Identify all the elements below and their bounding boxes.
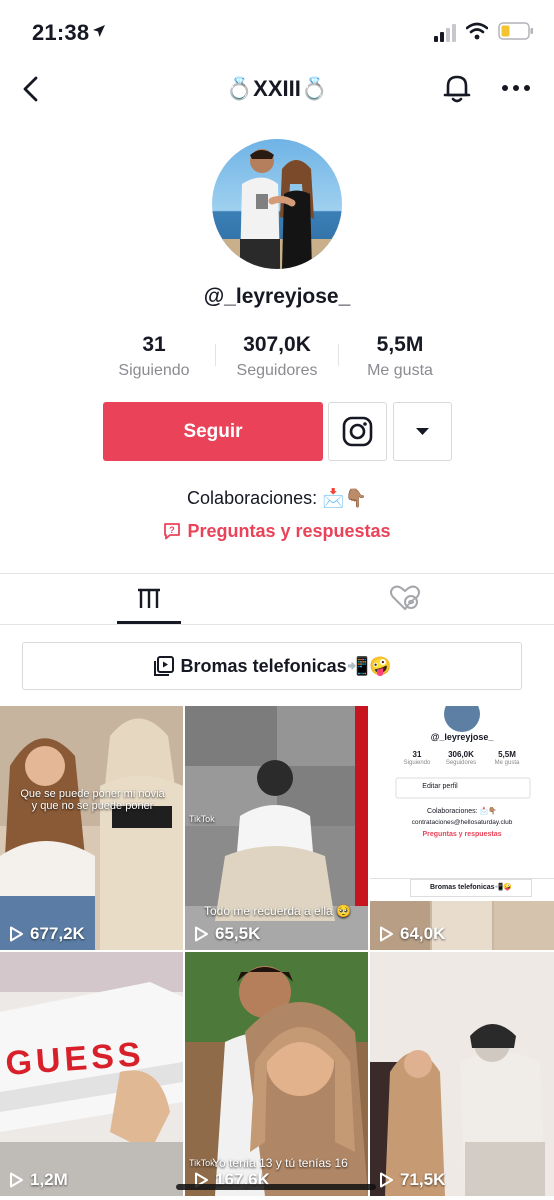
stat-followers[interactable]: 307,0K Seguidores: [222, 333, 332, 380]
embedded-edit-profile: Editar perfil: [422, 783, 458, 790]
stat-followers-value: 307,0K: [243, 333, 311, 356]
playlist-icon: [153, 656, 174, 676]
video-caption: Yo tenía 13 y tú tenías 16: [212, 1156, 348, 1170]
video-tile[interactable]: GUESS 1,2M: [0, 952, 183, 1196]
svg-text:?: ?: [170, 525, 176, 535]
video-views: 64,0K: [378, 924, 445, 944]
play-icon: [195, 926, 208, 942]
video-grid-icon: [138, 588, 160, 608]
video-views: 677,2K: [8, 924, 85, 944]
embedded-stat-value: 306,0K: [448, 750, 474, 759]
video-tile[interactable]: TikTok Todo me recuerda a ella 🥺 65,5K: [185, 706, 368, 950]
hidden-likes-heart-icon: [390, 585, 420, 611]
instagram-button[interactable]: [328, 402, 387, 461]
stat-following[interactable]: 31 Siguiendo: [104, 333, 204, 380]
play-icon: [380, 926, 393, 942]
embedded-stat-value: 5,5M: [498, 750, 516, 759]
video-views-count: 64,0K: [400, 924, 446, 943]
stat-divider: [338, 344, 339, 366]
status-bar: 21:38: [0, 0, 554, 64]
video-thumbnail: [370, 952, 554, 1196]
video-tile[interactable]: Que se puede poner mi novia y que no se …: [0, 706, 183, 950]
video-caption: Que se puede poner mi novia y que no se …: [20, 788, 165, 812]
stat-likes-label: Me gusta: [367, 362, 433, 379]
wifi-icon: [466, 22, 488, 40]
embedded-stat-value: 31: [412, 750, 422, 759]
profile-bio: Colaboraciones: 📩👇🏽: [187, 488, 367, 508]
video-tile[interactable]: @_leyreyjose_ 31 Siguiendo 306,0K Seguid…: [370, 706, 554, 950]
video-thumbnail: [370, 706, 554, 950]
embedded-playlist: Bromas telefonicas📲🤪: [410, 879, 532, 897]
video-tile[interactable]: TikTok Yo tenía 13 y tú tenías 16 167,6K: [185, 952, 368, 1196]
play-icon: [10, 1172, 23, 1188]
embedded-email: contrataciones@hellosaturday.club: [411, 819, 513, 826]
stat-likes[interactable]: 5,5M Me gusta: [350, 333, 450, 380]
tab-videos[interactable]: [117, 574, 181, 624]
more-options-icon[interactable]: [500, 76, 532, 100]
question-bubble-icon: ?: [164, 523, 181, 540]
stat-divider: [215, 344, 216, 366]
caret-down-icon: [416, 428, 429, 435]
embedded-stat-label: Seguidores: [445, 760, 477, 766]
tiktok-watermark: TikTok: [189, 814, 215, 824]
status-time: 21:38: [32, 20, 90, 45]
profile-header: 💍XXIII💍: [0, 64, 554, 114]
embedded-stat-label: Siguiendo: [403, 760, 431, 766]
play-icon: [380, 1172, 393, 1188]
stat-followers-label: Seguidores: [236, 362, 318, 379]
video-views-count: 677,2K: [30, 924, 85, 943]
notification-bell-icon[interactable]: [442, 72, 472, 104]
location-arrow-icon: [93, 25, 105, 37]
avatar-photo: [212, 139, 342, 269]
video-views: 1,2M: [8, 1170, 68, 1190]
stat-likes-value: 5,5M: [376, 333, 424, 356]
video-views-count: 71,5K: [400, 1170, 446, 1189]
video-tile[interactable]: 71,5K: [370, 952, 554, 1196]
tabs-top-divider: [0, 573, 554, 574]
home-indicator[interactable]: [176, 1184, 376, 1190]
embedded-bio: Colaboraciones: 📩👇🏽: [427, 808, 497, 815]
cellular-signal-icon: [434, 24, 456, 42]
stat-following-value: 31: [142, 333, 166, 356]
embedded-qa: Preguntas y respuestas: [422, 831, 502, 838]
video-caption: Todo me recuerda a ella 🥺: [203, 904, 352, 918]
instagram-icon: [342, 416, 373, 447]
video-thumbnail: [0, 706, 183, 950]
tabs-bottom-divider: [0, 624, 554, 625]
video-views-count: 65,5K: [215, 924, 261, 943]
video-views: 65,5K: [193, 924, 260, 944]
embedded-stat-label: Me gusta: [494, 760, 520, 766]
tab-liked[interactable]: [373, 574, 437, 624]
video-views-count: 1,2M: [30, 1170, 68, 1189]
profile-username: @_leyreyjose_: [203, 285, 351, 308]
stat-following-label: Siguiendo: [118, 362, 190, 379]
follow-button[interactable]: Seguir: [103, 402, 323, 461]
qa-link[interactable]: ? Preguntas y respuestas: [0, 521, 554, 542]
playlist-label: Bromas telefonicas📲🤪: [180, 656, 392, 676]
play-icon: [10, 926, 23, 942]
embedded-username: @_leyreyjose_: [430, 732, 494, 742]
video-views: 71,5K: [378, 1170, 445, 1190]
suggested-accounts-button[interactable]: [393, 402, 452, 461]
profile-avatar[interactable]: [212, 139, 342, 269]
qa-label: Preguntas y respuestas: [187, 521, 391, 541]
battery-icon: [498, 22, 533, 40]
playlist-button[interactable]: Bromas telefonicas📲🤪: [22, 642, 522, 690]
